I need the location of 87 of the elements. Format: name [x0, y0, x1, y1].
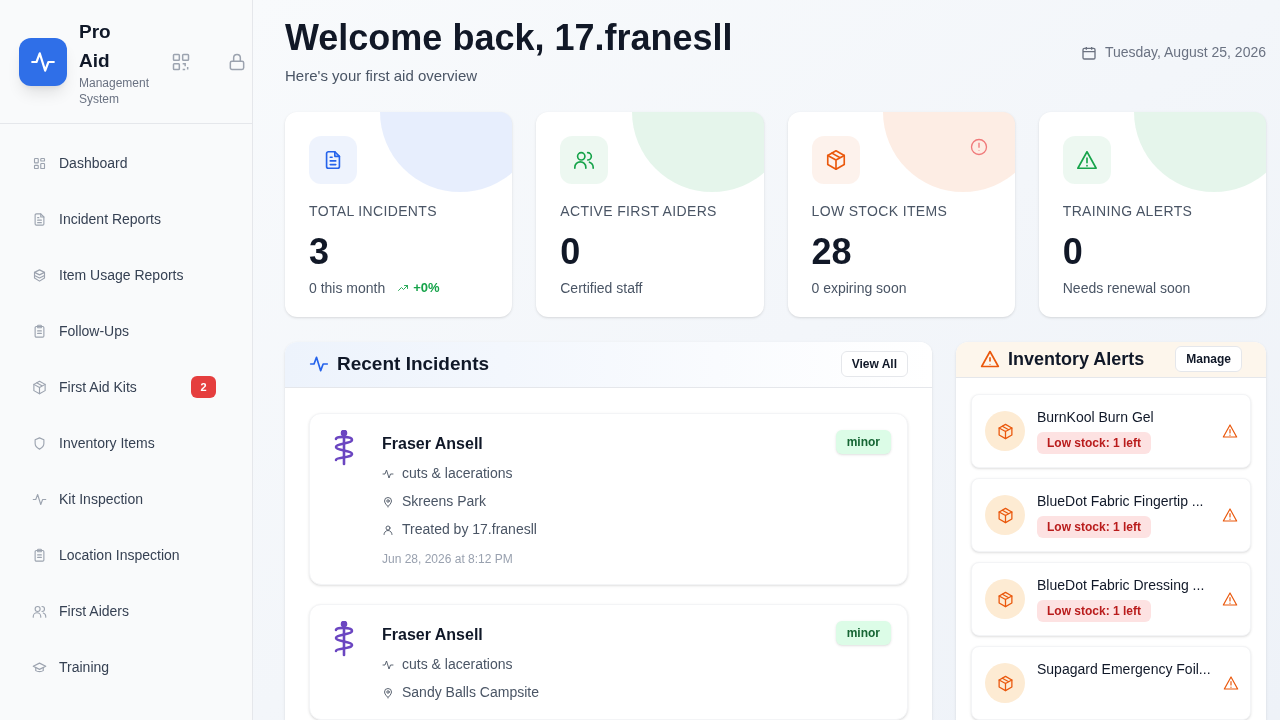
stock-status-badge: Low stock: 1 left — [1037, 432, 1151, 454]
severity-badge: minor — [835, 621, 891, 645]
incident-name: Fraser Ansell — [382, 434, 484, 454]
location-pin-icon — [382, 686, 394, 699]
trend-up-icon — [397, 282, 410, 294]
nav-item[interactable]: Training — [20, 643, 232, 691]
treated-by: Treated by 17.franesll — [402, 520, 537, 539]
incident-location: Sandy Balls Campsite — [402, 683, 539, 702]
nav-item[interactable]: Dashboard — [20, 139, 232, 187]
stat-note: 0 this month — [309, 278, 386, 298]
graduation-cap-icon — [32, 659, 47, 675]
clipboard-icon — [32, 547, 47, 563]
clipboard-icon — [32, 323, 47, 339]
view-all-button[interactable]: View All — [840, 351, 908, 378]
boxes-icon — [32, 267, 47, 283]
count-badge: 2 — [191, 376, 216, 398]
box-icon — [996, 590, 1014, 608]
box-icon — [996, 506, 1014, 524]
grid-icon — [32, 155, 47, 171]
stat-label: LOW STOCK ITEMS — [811, 201, 949, 221]
nav-item[interactable]: First Aiders — [20, 587, 232, 635]
page-title: Welcome back, 17.franesll — [285, 16, 733, 60]
stat-note: Certified staff — [560, 278, 643, 298]
pulse-icon — [382, 467, 394, 480]
item-name: Supagard Emergency Foil... — [1037, 660, 1211, 679]
panel-title: Recent Incidents — [337, 352, 490, 376]
shield-icon — [32, 435, 47, 451]
pulse-icon — [382, 658, 394, 671]
injury-type: cuts & lacerations — [402, 464, 513, 483]
nav-item[interactable]: First Aid Kits 2 — [20, 363, 232, 411]
item-name: BlueDot Fabric Dressing ... — [1037, 576, 1206, 595]
stat-value: 0 — [1062, 231, 1084, 272]
stat-note: Needs renewal soon — [1062, 278, 1191, 298]
stat-label: ACTIVE FIRST AIDERS — [560, 201, 718, 221]
stat-label: TOTAL INCIDENTS — [309, 201, 438, 221]
warning-icon — [1222, 591, 1238, 607]
manage-button[interactable]: Manage — [1175, 346, 1242, 373]
page-subtitle: Here's your first aid overview — [285, 66, 479, 86]
nav-item[interactable]: Location Inspection — [20, 531, 232, 579]
incident-card[interactable]: Fraser Ansell cuts & lacerations Skreens Park Treated by 17.franesll Jun 28, 2026 at 8:12 PM minor — [309, 413, 908, 585]
injury-type: cuts & lacerations — [402, 655, 513, 674]
brand-name: Pro Aid — [79, 19, 112, 73]
date-text: Tuesday, August 25, 2026 — [1104, 43, 1266, 62]
incident-time: Jun 28, 2026 at 8:12 PM — [382, 551, 514, 568]
location-pin-icon — [382, 495, 394, 508]
item-name: BlueDot Fabric Fingertip ... — [1037, 492, 1205, 511]
nav-item[interactable]: Item Usage Reports — [20, 251, 232, 299]
incident-card[interactable]: Fraser Ansell cuts & lacerations Sandy Balls Campsite minor — [309, 604, 908, 720]
trend-value: +0% — [413, 279, 440, 298]
incident-name: Fraser Ansell — [382, 625, 484, 645]
incident-location: Skreens Park — [402, 492, 487, 511]
box-icon — [996, 674, 1014, 692]
inventory-alert-card[interactable]: Supagard Emergency Foil... — [971, 646, 1251, 720]
stat-value: 0 — [560, 231, 582, 272]
stock-status-badge: Low stock: 1 left — [1037, 516, 1151, 538]
panel-title: Inventory Alerts — [1008, 347, 1145, 371]
severity-badge: minor — [835, 430, 891, 454]
box-icon — [824, 148, 847, 171]
lock-icon[interactable] — [227, 51, 247, 72]
logo-icon — [19, 37, 67, 86]
nav-item[interactable]: Kit Inspection — [20, 475, 232, 523]
stat-label: TRAINING ALERTS — [1062, 201, 1194, 221]
person-icon — [382, 523, 394, 536]
nav-item[interactable]: Follow-Ups — [20, 307, 232, 355]
nav-item[interactable]: Incident Reports — [20, 195, 232, 243]
warning-icon — [1222, 675, 1239, 691]
box-icon — [32, 379, 47, 395]
warning-icon — [1222, 507, 1238, 523]
nav-item[interactable]: Inventory Items — [20, 419, 232, 467]
inventory-alert-card[interactable]: BlueDot Fabric Dressing ... Low stock: 1 left — [971, 562, 1251, 636]
stat-value: 3 — [309, 231, 331, 272]
calendar-icon — [1080, 44, 1097, 61]
item-name: BurnKool Burn Gel — [1037, 408, 1155, 427]
inventory-alert-card[interactable]: BurnKool Burn Gel Low stock: 1 left — [971, 394, 1251, 468]
stat-value: 28 — [811, 231, 853, 272]
box-icon — [996, 422, 1014, 440]
stat-note: 0 expiring soon — [811, 278, 907, 298]
pulse-icon — [32, 491, 47, 507]
qr-code-icon[interactable] — [171, 51, 191, 72]
warning-icon — [980, 349, 1000, 370]
brand-tagline: Management System — [79, 74, 151, 107]
inventory-alert-card[interactable]: BlueDot Fabric Fingertip ... Low stock: 1 left — [971, 478, 1251, 552]
document-icon — [32, 211, 47, 227]
warning-icon — [1222, 423, 1238, 439]
stock-status-badge: Low stock: 1 left — [1037, 600, 1151, 622]
users-icon — [32, 603, 47, 619]
warning-icon — [1075, 148, 1098, 171]
